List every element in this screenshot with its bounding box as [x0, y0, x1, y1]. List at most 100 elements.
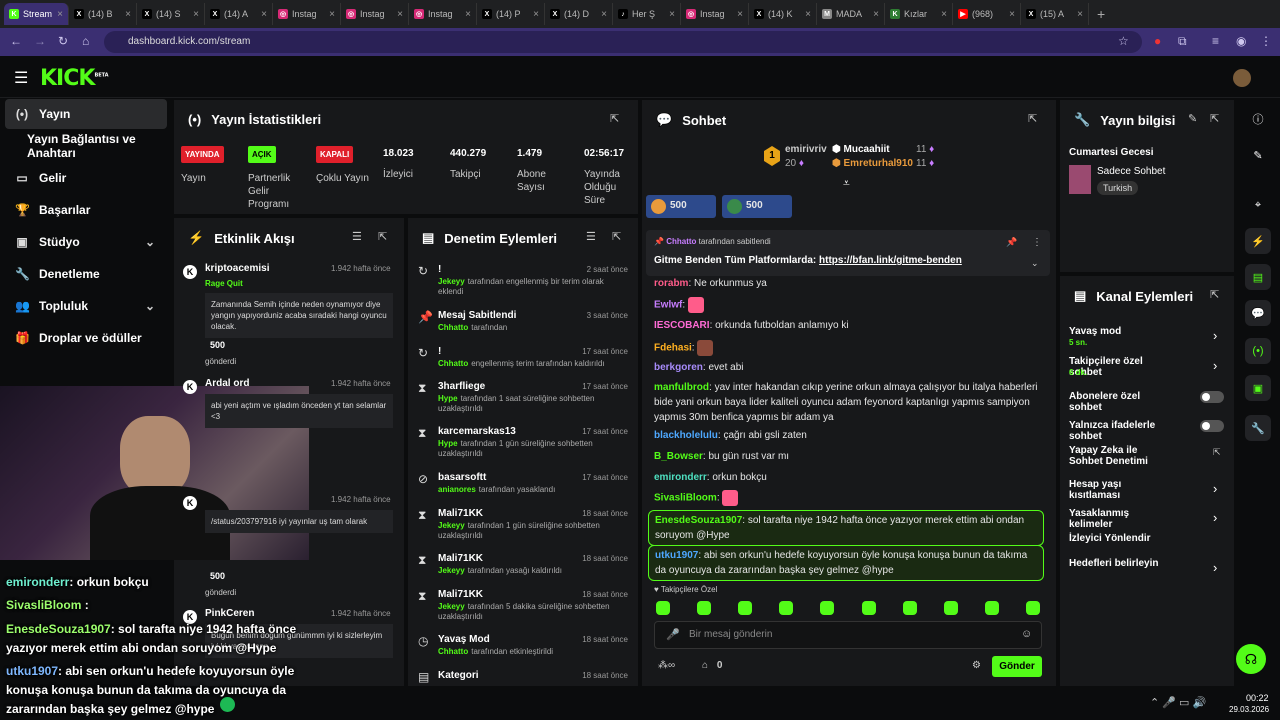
- popout-icon[interactable]: ⇱: [1210, 112, 1219, 125]
- stream-tag[interactable]: Turkish: [1097, 181, 1139, 195]
- top-user-3[interactable]: ⬢ Emreturhal910: [832, 158, 913, 169]
- browser-tab[interactable]: X (14) P ×: [477, 3, 545, 25]
- browser-tab[interactable]: K Kızlar ×: [885, 3, 953, 25]
- forward-icon[interactable]: →: [34, 34, 46, 48]
- filter-icon[interactable]: ☰: [352, 230, 362, 243]
- emoji-icon[interactable]: ☺: [1021, 628, 1032, 640]
- popout-icon[interactable]: ⇱: [1210, 288, 1219, 301]
- tab-close-icon[interactable]: ×: [261, 9, 267, 20]
- channel-action-label[interactable]: İzleyici Yönlendir: [1069, 533, 1169, 544]
- moderation-row[interactable]: 📌 Mesaj Sabitlendi 3 saat önce Chhatto taraf…: [418, 310, 632, 344]
- moderation-row[interactable]: ⧗ karcemarskas13 17 saat önce Hype tarafında…: [418, 426, 632, 460]
- moderation-row[interactable]: ⧗ 3harfliege 17 saat önce Hype tarafından 1 …: [418, 381, 632, 415]
- browser-tab[interactable]: K Stream ×: [4, 3, 69, 25]
- layout-icon[interactable]: ▣: [1245, 375, 1271, 401]
- crosshair-icon[interactable]: ⌖: [1245, 192, 1271, 218]
- tab-close-icon[interactable]: ×: [1009, 9, 1015, 20]
- browser-tab[interactable]: ◎ Instag ×: [273, 3, 341, 25]
- feed-user[interactable]: Ardal ord: [205, 378, 249, 389]
- emote-icon[interactable]: [984, 601, 999, 615]
- more-icon[interactable]: ⋮: [1032, 237, 1042, 248]
- settings-gear-icon[interactable]: ⚙: [972, 660, 981, 671]
- popout-icon[interactable]: ⇱: [612, 230, 621, 243]
- kick-logo[interactable]: KICKBETA: [40, 66, 109, 91]
- edit-icon[interactable]: ✎: [1188, 112, 1197, 125]
- moderation-row[interactable]: ⧗ Mali71KK 18 saat önce Jekeyy tarafından 1 …: [418, 508, 632, 542]
- browser-tab[interactable]: X (14) A ×: [205, 3, 273, 25]
- chat-username[interactable]: IESCOBARI: [654, 320, 710, 331]
- chat-username[interactable]: utku1907: [655, 550, 698, 561]
- emote-icon[interactable]: [1025, 601, 1040, 615]
- channel-action-label[interactable]: Abonelere özel sohbet: [1069, 391, 1169, 413]
- chevron-down-icon[interactable]: ⌄: [145, 235, 155, 249]
- browser-tab[interactable]: M MADA ×: [817, 3, 885, 25]
- mic-icon[interactable]: 🎤: [666, 628, 680, 641]
- send-button[interactable]: Gönder: [992, 656, 1042, 677]
- toggle-switch[interactable]: [1200, 420, 1224, 432]
- points-icon[interactable]: ⁂∞: [658, 660, 675, 671]
- chat-input[interactable]: 🎤 Bir mesaj gönderin ☺: [654, 621, 1042, 649]
- user-avatar[interactable]: [1233, 69, 1251, 87]
- tab-close-icon[interactable]: ×: [125, 9, 131, 20]
- chat-username[interactable]: blackholelulu: [654, 430, 718, 441]
- hamburger-icon[interactable]: ☰: [14, 68, 28, 88]
- moderation-row[interactable]: ⧗ Mali71KK 18 saat önce Jekeyy tarafından 5 …: [418, 589, 632, 623]
- tab-close-icon[interactable]: ×: [873, 9, 879, 20]
- channel-action-label[interactable]: Yapay Zeka ile Sohbet Denetimi: [1069, 445, 1169, 467]
- emote-icon[interactable]: [861, 601, 876, 615]
- tab-close-icon[interactable]: ×: [397, 9, 403, 20]
- tab-close-icon[interactable]: ×: [193, 9, 199, 20]
- tab-close-icon[interactable]: ×: [57, 9, 63, 20]
- bookmark-star-icon[interactable]: ☆: [1118, 34, 1129, 48]
- chevron-down-icon[interactable]: ⩡: [843, 176, 850, 191]
- emote-icon[interactable]: [738, 601, 753, 615]
- sidebar-item[interactable]: 👥 Topluluk ⌄: [5, 291, 167, 321]
- channel-action-label[interactable]: Yalnızca ifadelerle sohbet: [1069, 420, 1169, 442]
- external-link-icon[interactable]: ⇱: [1213, 447, 1221, 458]
- chat-username[interactable]: manfulbrod: [654, 382, 709, 393]
- menu-dots-icon[interactable]: ⋮: [1260, 34, 1272, 48]
- browser-tab[interactable]: ♪ Her Ş ×: [613, 3, 681, 25]
- browser-tab[interactable]: ◎ Instag ×: [341, 3, 409, 25]
- document-icon[interactable]: ▤: [1245, 264, 1271, 290]
- sidebar-item[interactable]: (•) Yayın: [5, 99, 167, 129]
- lightning-icon[interactable]: ⚡: [1245, 228, 1271, 254]
- tray-icons[interactable]: ⌃ 🎤 ▭ 🔊: [1150, 696, 1206, 709]
- info-icon[interactable]: ⓘ: [1245, 106, 1271, 132]
- channel-action-label[interactable]: Hedefleri belirleyin: [1069, 558, 1169, 569]
- channel-action-label[interactable]: Yasaklanmış kelimeler: [1069, 508, 1169, 530]
- browser-tab[interactable]: X (14) D ×: [545, 3, 613, 25]
- popout-icon[interactable]: ⇱: [610, 112, 619, 125]
- sidebar-item[interactable]: ▣ Stüdyo ⌄: [5, 227, 167, 257]
- back-icon[interactable]: ←: [10, 34, 22, 48]
- sidebar-item[interactable]: 🎁 Droplar ve ödüller: [5, 323, 167, 353]
- chat-username[interactable]: berkgoren: [654, 362, 703, 373]
- tab-close-icon[interactable]: ×: [1077, 9, 1083, 20]
- emote-icon[interactable]: [779, 601, 794, 615]
- extensions-icon[interactable]: ⧉: [1178, 34, 1187, 49]
- tab-close-icon[interactable]: ×: [941, 9, 947, 20]
- sidebar-item[interactable]: 🏆 Başarılar: [5, 195, 167, 225]
- moderation-row[interactable]: ↻! 17 saat önce Chhatto engellenmiş terim t…: [418, 346, 632, 380]
- chevron-down-icon[interactable]: ⌄: [145, 299, 155, 313]
- tab-close-icon[interactable]: ×: [533, 9, 539, 20]
- popout-icon[interactable]: ⇱: [1028, 112, 1037, 125]
- chat-username[interactable]: Ewlwf: [654, 300, 682, 311]
- sidebar-item[interactable]: ▭ Gelir: [5, 163, 167, 193]
- chevron-right-icon[interactable]: ›: [1213, 328, 1217, 343]
- extension-icon[interactable]: ●: [1154, 34, 1161, 48]
- moderation-row[interactable]: ⊘ basarsoftt 17 saat önce anianores tarafınd…: [418, 472, 632, 506]
- popout-icon[interactable]: ⇱: [378, 230, 387, 243]
- tab-close-icon[interactable]: ×: [669, 9, 675, 20]
- chevron-right-icon[interactable]: ›: [1213, 560, 1217, 575]
- browser-tab[interactable]: ◎ Instag ×: [681, 3, 749, 25]
- browser-tab[interactable]: ◎ Instag ×: [409, 3, 477, 25]
- chat-icon[interactable]: 💬: [1245, 300, 1271, 326]
- browser-tab[interactable]: ▶ (968) ×: [953, 3, 1021, 25]
- toggle-switch[interactable]: [1200, 391, 1224, 403]
- tab-close-icon[interactable]: ×: [601, 9, 607, 20]
- moderation-row[interactable]: ▤ Kategori 18 saat önce: [418, 670, 632, 704]
- chat-username[interactable]: Fdehasi: [654, 343, 692, 354]
- chevron-right-icon[interactable]: ›: [1213, 510, 1217, 525]
- pinned-link[interactable]: https://bfan.link/gitme-benden: [819, 255, 962, 266]
